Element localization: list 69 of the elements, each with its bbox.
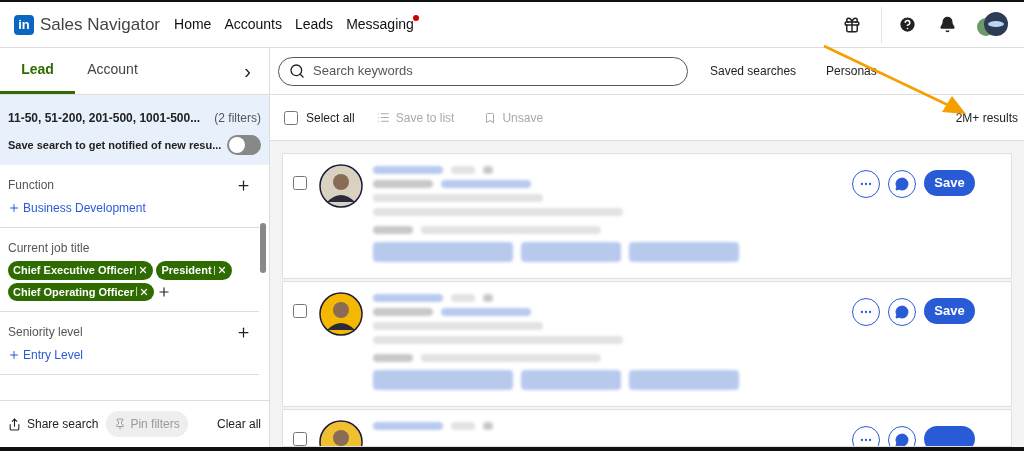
header-link[interactable]: Saved searches <box>710 62 797 80</box>
search-input[interactable]: Search keywords <box>313 61 677 81</box>
blurred-text <box>373 180 433 188</box>
nav-link[interactable]: Home <box>174 14 212 35</box>
plus-icon <box>8 349 20 361</box>
blurred-text <box>373 293 443 302</box>
blurred-text <box>373 421 443 430</box>
add-icon[interactable] <box>236 177 251 193</box>
save-button[interactable]: Save <box>924 297 975 324</box>
blurred-text <box>451 421 475 430</box>
filter-title: Seniority level <box>8 324 83 341</box>
next-button[interactable]: › <box>244 48 251 94</box>
bookmark-icon <box>484 111 497 124</box>
blurred-text <box>451 166 475 174</box>
share-search-link[interactable]: Share search <box>8 415 99 433</box>
save-button[interactable] <box>924 425 975 446</box>
header-link[interactable]: Personas <box>826 62 877 80</box>
tab[interactable]: Account <box>75 48 150 94</box>
nav-link[interactable]: Accounts <box>224 14 282 35</box>
filter-title: Function <box>8 177 55 194</box>
remove-icon[interactable] <box>216 265 227 276</box>
blurred-text <box>373 353 413 362</box>
search-icon <box>289 63 305 79</box>
blurred-text <box>483 421 493 430</box>
filter-summary-text: 11-50, 51-200, 201-500, 1001-500... <box>8 110 201 127</box>
blurred-text <box>373 166 443 174</box>
blurred-text <box>373 307 433 316</box>
notifications-icon[interactable] <box>939 16 956 33</box>
pin-icon <box>114 418 127 430</box>
avatar <box>319 291 363 336</box>
select-all-checkbox[interactable] <box>284 110 298 125</box>
share-icon <box>8 417 21 431</box>
save-search-text: Save search to get notified of new resu... <box>8 137 222 153</box>
linkedin-logo: in <box>14 14 34 35</box>
toggle-switch[interactable] <box>227 135 261 155</box>
filter-title: Current job title <box>8 240 90 257</box>
remove-icon[interactable] <box>138 265 149 276</box>
message-icon <box>895 432 909 446</box>
filter-tag[interactable]: Chief Executive Officer <box>8 261 154 280</box>
filter-tag[interactable]: President <box>156 261 232 280</box>
list-icon <box>376 111 390 124</box>
select-all-label: Select all <box>306 109 355 127</box>
message-icon <box>895 177 909 191</box>
nav-link[interactable]: Leads <box>294 14 334 35</box>
plus-icon <box>8 202 20 214</box>
clear-all-button[interactable]: Clear all <box>217 415 261 433</box>
filter-tag[interactable]: Chief Operating Officer <box>8 282 155 301</box>
app-title: Sales Navigator <box>40 13 160 36</box>
checkbox[interactable] <box>293 176 307 190</box>
avatar <box>319 164 363 208</box>
message-icon <box>895 304 909 319</box>
checkbox[interactable] <box>293 431 307 446</box>
filter-count: (2 filters) <box>214 110 261 127</box>
remove-icon[interactable] <box>139 286 150 297</box>
filter-value-link[interactable]: Business Development <box>8 199 251 217</box>
add-icon[interactable] <box>236 324 251 340</box>
save-button[interactable]: Save <box>924 170 975 196</box>
filter-value-link[interactable]: Entry Level <box>8 346 251 364</box>
results-count: 2M+ results <box>955 109 1018 127</box>
blurred-text <box>451 293 475 302</box>
help-icon[interactable] <box>898 15 917 34</box>
blurred-text <box>373 226 413 234</box>
profile-avatar[interactable] <box>976 10 1010 39</box>
gift-icon[interactable] <box>843 15 861 34</box>
scrollbar-thumb[interactable] <box>260 223 266 273</box>
blurred-text <box>483 166 493 174</box>
nav-link[interactable]: Messaging <box>346 14 414 35</box>
blurred-text <box>483 293 493 302</box>
checkbox[interactable] <box>293 303 307 318</box>
